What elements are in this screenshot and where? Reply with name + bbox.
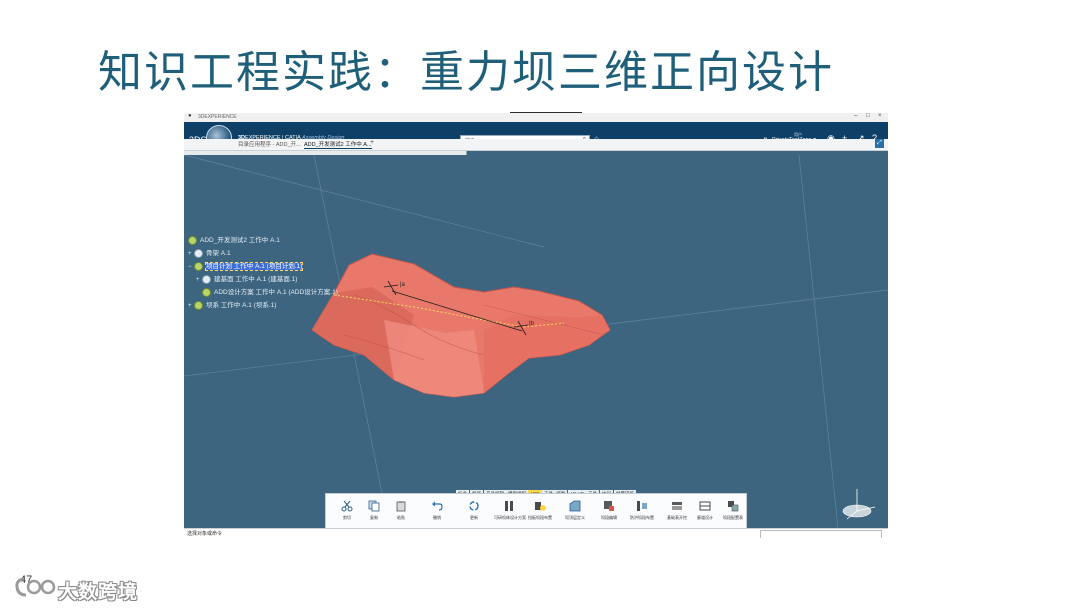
copy-label: 复制 bbox=[370, 515, 378, 520]
flood-segment-button[interactable]: 防洪坝段布置 bbox=[627, 500, 657, 521]
part-icon bbox=[194, 248, 203, 258]
model-label-b: |b bbox=[529, 321, 535, 327]
app-icon: ● bbox=[188, 113, 192, 119]
compass-gizmo[interactable] bbox=[841, 485, 881, 525]
action-bar: 剪切 复制 粘贴 撤销 更新 可研坝体设计方案 挡板坝段布置 坝顶层定义 坝段编… bbox=[325, 493, 747, 532]
flood-segment-icon bbox=[637, 501, 647, 511]
product-icon bbox=[194, 261, 203, 271]
crest-define-button[interactable]: 坝顶层定义 bbox=[560, 500, 590, 521]
segment-edit-label: 坝段编辑 bbox=[601, 515, 617, 520]
watermark-logo-icon bbox=[15, 577, 56, 597]
excavation-button[interactable]: 基础表开挖 bbox=[662, 500, 692, 521]
segment-edit-button[interactable]: 坝段编辑 bbox=[594, 500, 624, 521]
config-table-icon bbox=[728, 501, 739, 512]
tab-active-document[interactable]: ADD_开发测试2 工作中 A... bbox=[304, 140, 372, 149]
product-icon bbox=[188, 235, 197, 245]
status-bar: 选择对象或命令 bbox=[184, 528, 888, 538]
dam-layout-label: 挡板坝段布置 bbox=[528, 515, 552, 520]
update-button[interactable]: 更新 bbox=[459, 500, 489, 521]
copy-icon bbox=[368, 500, 380, 512]
config-table-label: 坝段配置表 bbox=[723, 515, 743, 520]
crest-define-icon bbox=[569, 500, 581, 512]
copy-button[interactable]: 复制 bbox=[359, 500, 389, 521]
watermark-text: 大数跨境 bbox=[58, 581, 139, 603]
3d-viewport[interactable]: |a |b ADD_开发测试2 工作中 A.1 + 骨架 A.1 − 项目计划 工作… bbox=[184, 155, 888, 528]
tab-catalog[interactable]: 目录应用程序 - ADD_开... bbox=[238, 140, 301, 148]
close-button[interactable]: × bbox=[878, 113, 882, 119]
tree-item-dam-system[interactable]: + 坝系 工作中 A.1 (坝系.1) bbox=[188, 299, 276, 310]
grid-line bbox=[798, 155, 839, 528]
terrain-slope-right bbox=[484, 315, 610, 393]
tree-root[interactable]: ADD_开发测试2 工作中 A.1 bbox=[188, 234, 280, 245]
scene-canvas: |a |b bbox=[184, 155, 888, 528]
product-icon bbox=[202, 287, 211, 297]
tree-item-skeleton[interactable]: + 骨架 A.1 bbox=[188, 247, 231, 258]
update-icon bbox=[469, 501, 479, 511]
update-label: 更新 bbox=[470, 515, 478, 520]
command-input[interactable] bbox=[760, 530, 882, 538]
dam-layout-icon bbox=[535, 502, 546, 511]
cut-label: 剪切 bbox=[343, 515, 351, 520]
new-tab-button[interactable]: + bbox=[370, 139, 374, 146]
window-title: 3DEXPERIENCE bbox=[198, 114, 237, 120]
config-table-button[interactable]: 坝段配置表 bbox=[718, 500, 748, 521]
paste-icon bbox=[396, 501, 406, 512]
tree-item-foundation[interactable]: + 建基面 工作中 A.1 (建基面.1) bbox=[196, 273, 297, 284]
minimize-button[interactable]: – bbox=[854, 113, 857, 119]
watermark: 大数跨境 bbox=[14, 576, 154, 603]
undo-label: 撤销 bbox=[433, 515, 441, 520]
excavation-label: 基础表开挖 bbox=[667, 515, 687, 520]
cut-icon bbox=[341, 500, 353, 512]
terrain-basin bbox=[384, 320, 484, 397]
cut-button[interactable]: 剪切 bbox=[332, 500, 362, 521]
fullscreen-icon[interactable]: ⤢ bbox=[875, 139, 884, 148]
catia-window: ● 3DEXPERIENCE – □ × 3DS 3DEXPERIENCE | … bbox=[184, 113, 888, 538]
tab-bar: 目录应用程序 - ADD_开... ADD_开发测试2 工作中 A... + ⤢ bbox=[184, 139, 888, 151]
tree-item-plan[interactable]: − 项目计划 工作中 A.1 (项目计划.1) bbox=[188, 260, 304, 271]
part-icon bbox=[202, 274, 211, 284]
gallery-icon bbox=[699, 501, 711, 511]
maximize-button[interactable]: □ bbox=[866, 113, 870, 119]
excavation-icon bbox=[672, 502, 682, 510]
paste-button[interactable]: 粘贴 bbox=[386, 500, 416, 521]
product-icon bbox=[194, 300, 203, 310]
undo-icon bbox=[432, 501, 443, 511]
undo-button[interactable]: 撤销 bbox=[422, 500, 452, 521]
segment-edit-icon bbox=[604, 501, 614, 511]
gallery-button[interactable]: 廊道设计 bbox=[690, 500, 720, 521]
window-titlebar: ● 3DEXPERIENCE – □ × bbox=[184, 113, 888, 122]
gallery-label: 廊道设计 bbox=[697, 515, 713, 520]
model-label-a: |a bbox=[400, 282, 406, 288]
dam-design-label: 可研坝体设计方案 bbox=[494, 515, 526, 520]
flood-segment-label: 防洪坝段布置 bbox=[630, 515, 654, 520]
dam-design-button[interactable]: 可研坝体设计方案 bbox=[494, 500, 526, 521]
dam-design-icon bbox=[505, 501, 513, 511]
tree-item-design-scheme[interactable]: ADD设计方案 工作中 A.1 (ADD设计方案.1) bbox=[202, 286, 338, 297]
status-text: 选择对象或命令 bbox=[187, 531, 223, 537]
paste-label: 粘贴 bbox=[397, 515, 405, 520]
dam-layout-button[interactable]: 挡板坝段布置 bbox=[525, 500, 555, 521]
slide-title: 知识工程实践：重力坝三维正向设计 bbox=[98, 47, 834, 98]
crest-define-label: 坝顶层定义 bbox=[565, 515, 585, 520]
